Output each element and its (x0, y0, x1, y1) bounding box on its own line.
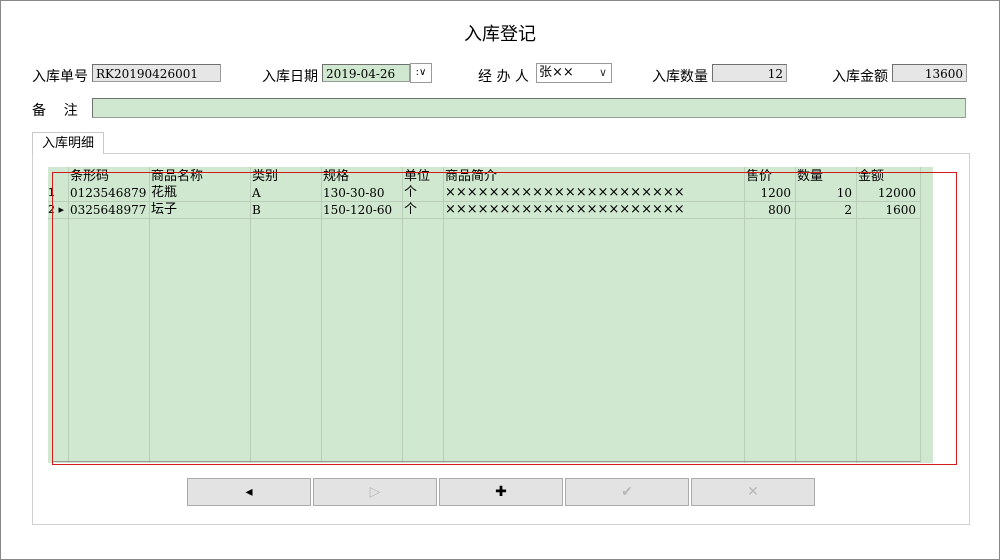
prev-button[interactable]: ◂ (187, 478, 311, 506)
handler-label: 经 办 人 (478, 69, 529, 85)
grid-divider (920, 167, 921, 463)
col-header-barcode[interactable]: 条形码 (68, 169, 149, 184)
order-no-field[interactable]: RK20190426001 (92, 64, 221, 82)
handler-value: 张×× (539, 65, 574, 80)
add-button[interactable]: ✚ (439, 478, 563, 506)
qty-label: 入库数量 (652, 69, 708, 85)
cell-name[interactable]: 坛子 (149, 202, 250, 218)
handler-select[interactable]: 张×× ∨ (536, 63, 612, 83)
note-field[interactable] (92, 98, 966, 118)
cell-amount[interactable]: 1600 (856, 202, 920, 218)
row-header: 1 (48, 186, 55, 199)
cell-amount[interactable]: 12000 (856, 185, 920, 201)
qty-field[interactable]: 12 (712, 64, 787, 82)
chevron-down-icon: :∨ (415, 67, 427, 78)
table-row[interactable]: 2 ▸ 0325648977 坛子 B 150-120-60 个 ×××××××… (48, 202, 920, 219)
date-field[interactable]: 2019-04-26 (322, 64, 410, 82)
cell-unit[interactable]: 个 (402, 202, 443, 218)
cell-desc[interactable]: ×××××××××××××××××××××× (443, 202, 744, 218)
cell-desc[interactable]: ×××××××××××××××××××××× (443, 185, 744, 201)
grid-bottom-border (52, 461, 920, 462)
detail-grid[interactable]: 条形码 商品名称 类别 规格 单位 商品简介 售价 数量 金额 1 012354… (48, 167, 933, 463)
tab-inbound-detail[interactable]: 入库明细 (32, 132, 104, 154)
table-row[interactable]: 1 0123546879 花瓶 A 130-30-80 个 ××××××××××… (48, 185, 920, 202)
cell-category[interactable]: A (250, 185, 321, 201)
col-header-spec[interactable]: 规格 (321, 169, 402, 184)
date-label: 入库日期 (262, 69, 318, 85)
cell-price[interactable]: 1200 (744, 185, 795, 201)
cell-barcode[interactable]: 0123546879 (68, 185, 149, 201)
cell-spec[interactable]: 150-120-60 (321, 202, 402, 218)
col-header-name[interactable]: 商品名称 (149, 169, 250, 184)
row-header: 2 ▸ (48, 203, 65, 216)
window-title: 入库登记 (464, 24, 536, 45)
grid-header: 条形码 商品名称 类别 规格 单位 商品简介 售价 数量 金额 (48, 169, 920, 184)
delete-button[interactable]: ✕ (691, 478, 815, 506)
next-button[interactable]: ▷ (313, 478, 437, 506)
amount-field[interactable]: 13600 (892, 64, 967, 82)
order-no-label: 入库单号 (32, 69, 88, 85)
col-header-category[interactable]: 类别 (250, 169, 321, 184)
col-header-desc[interactable]: 商品简介 (443, 169, 744, 184)
col-header-qty[interactable]: 数量 (795, 169, 856, 184)
cell-unit[interactable]: 个 (402, 185, 443, 201)
cell-barcode[interactable]: 0325648977 (68, 202, 149, 218)
chevron-down-icon: ∨ (598, 66, 607, 79)
cell-qty[interactable]: 2 (795, 202, 856, 218)
cell-price[interactable]: 800 (744, 202, 795, 218)
cell-spec[interactable]: 130-30-80 (321, 185, 402, 201)
amount-label: 入库金额 (832, 69, 888, 85)
note-label: 备 注 (32, 103, 78, 119)
date-dropdown-button[interactable]: :∨ (410, 63, 432, 83)
col-header-amount[interactable]: 金额 (856, 169, 920, 184)
col-header-price[interactable]: 售价 (744, 169, 795, 184)
col-header-unit[interactable]: 单位 (402, 169, 443, 184)
cell-name[interactable]: 花瓶 (149, 185, 250, 201)
cell-category[interactable]: B (250, 202, 321, 218)
cell-qty[interactable]: 10 (795, 185, 856, 201)
confirm-button[interactable]: ✔ (565, 478, 689, 506)
